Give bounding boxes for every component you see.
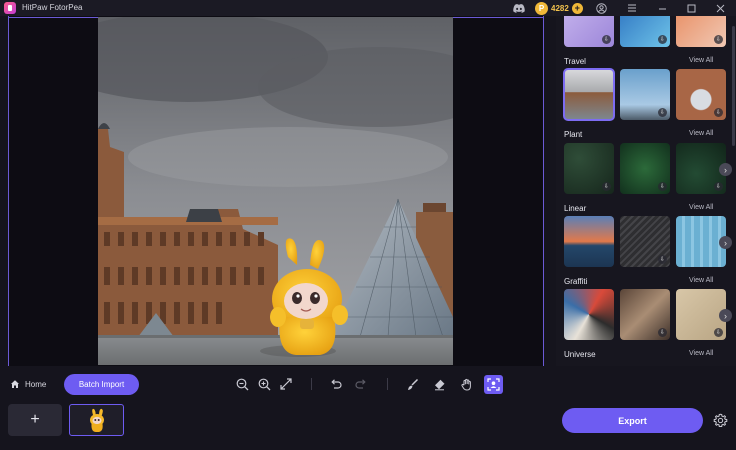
- app-title: HitPaw FotorPea: [22, 3, 83, 12]
- template-thumbnail-selected[interactable]: [563, 68, 615, 121]
- discord-icon[interactable]: [512, 1, 526, 15]
- home-label: Home: [25, 379, 47, 389]
- download-icon: ⇩: [714, 35, 723, 44]
- gear-icon[interactable]: [712, 412, 728, 428]
- user-icon[interactable]: [595, 1, 607, 15]
- image-thumbnail[interactable]: [69, 404, 124, 436]
- download-icon: ⇩: [714, 182, 723, 191]
- plus-circle-icon[interactable]: +: [571, 2, 583, 14]
- chevron-right-icon[interactable]: ›: [719, 236, 732, 249]
- toolbar-divider: [387, 378, 388, 390]
- view-all-graffiti[interactable]: View All: [689, 277, 713, 284]
- undo-icon[interactable]: [328, 376, 344, 392]
- add-image-button[interactable]: +: [8, 404, 62, 436]
- zoom-out-icon[interactable]: [234, 376, 250, 392]
- category-title-universe: Universe: [564, 350, 596, 359]
- chevron-right-icon[interactable]: ›: [719, 163, 732, 176]
- template-panel[interactable]: ⇩ ⇩ ⇩ Travel View All ⇩ ⇩ Plant View All…: [556, 16, 736, 366]
- download-icon: ⇩: [658, 35, 667, 44]
- template-thumbnail[interactable]: ⇩: [620, 69, 670, 120]
- coin-count: 4282: [551, 3, 569, 13]
- category-title-travel: Travel: [564, 57, 586, 66]
- maximize-icon[interactable]: [685, 1, 697, 15]
- download-icon: ⇩: [658, 255, 667, 264]
- louvre-photo: [98, 17, 453, 365]
- panel-scrollbar[interactable]: [732, 26, 735, 146]
- view-all-linear[interactable]: View All: [689, 204, 713, 211]
- coin-icon: P: [535, 1, 548, 15]
- template-thumbnail[interactable]: ⇩: [620, 143, 670, 194]
- batch-import-button[interactable]: Batch Import: [64, 374, 139, 395]
- eraser-icon[interactable]: [431, 376, 447, 392]
- download-icon: ⇩: [602, 35, 611, 44]
- template-thumbnail[interactable]: [564, 216, 614, 267]
- category-title-linear: Linear: [564, 204, 587, 213]
- template-thumbnail[interactable]: ⇩: [620, 216, 670, 267]
- canvas-image[interactable]: [98, 17, 453, 365]
- hand-icon[interactable]: [458, 376, 474, 392]
- view-all-universe[interactable]: View All: [689, 350, 713, 357]
- template-thumbnail[interactable]: ⇩: [620, 289, 670, 340]
- minimize-icon[interactable]: [656, 1, 668, 15]
- download-icon: ⇩: [658, 108, 667, 117]
- toolbar-divider: [311, 378, 312, 390]
- home-button[interactable]: Home: [10, 376, 46, 392]
- template-thumbnail[interactable]: ⇩: [620, 16, 670, 47]
- zoom-in-icon[interactable]: [256, 376, 272, 392]
- plush-thumbnail-image: [89, 408, 104, 432]
- download-icon: ⇩: [714, 108, 723, 117]
- category-title-plant: Plant: [564, 130, 583, 139]
- download-icon: ⇩: [658, 182, 667, 191]
- view-all-travel[interactable]: View All: [689, 57, 713, 64]
- coin-balance[interactable]: P 4282 +: [535, 1, 583, 15]
- template-thumbnail[interactable]: ⇩: [676, 69, 726, 120]
- brush-icon[interactable]: [404, 376, 420, 392]
- download-icon: ⇩: [658, 328, 667, 337]
- category-title-graffiti: Graffiti: [564, 277, 588, 286]
- chevron-right-icon[interactable]: ›: [719, 309, 732, 322]
- download-icon: ⇩: [714, 328, 723, 337]
- template-thumbnail[interactable]: ⇩: [564, 16, 614, 47]
- hitpaw-logo-icon: [4, 2, 16, 14]
- close-icon[interactable]: [714, 1, 726, 15]
- title-bar: HitPaw FotorPea P 4282 +: [0, 0, 736, 16]
- fit-screen-icon[interactable]: [278, 376, 294, 392]
- template-thumbnail[interactable]: ⇩: [564, 143, 614, 194]
- subject-select-icon[interactable]: [484, 375, 503, 394]
- hamburger-menu-icon[interactable]: [626, 1, 638, 15]
- view-all-plant[interactable]: View All: [689, 130, 713, 137]
- template-thumbnail[interactable]: ⇩: [676, 16, 726, 47]
- template-thumbnail[interactable]: [564, 289, 614, 340]
- home-icon: [11, 380, 19, 388]
- export-button[interactable]: Export: [562, 408, 703, 433]
- download-icon: ⇩: [602, 182, 611, 191]
- redo-icon[interactable]: [353, 376, 369, 392]
